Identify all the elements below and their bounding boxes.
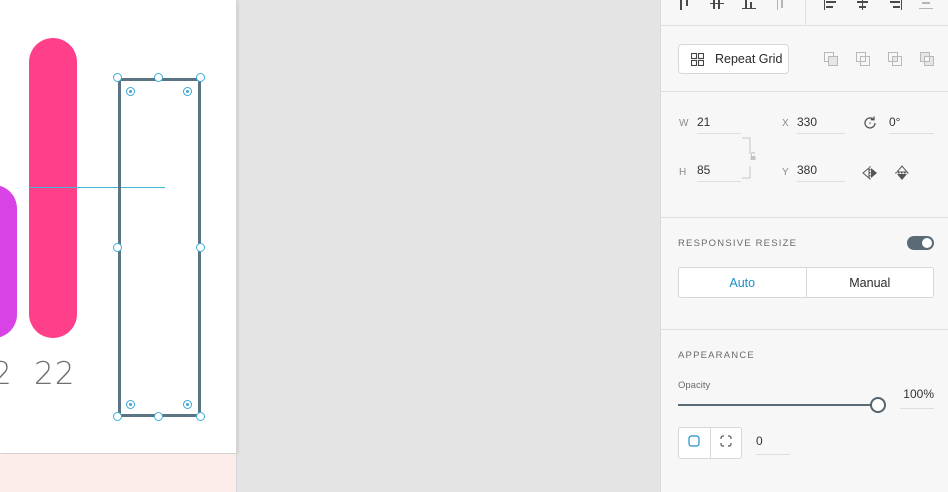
x-field[interactable]: 330 xyxy=(797,112,845,134)
responsive-resize-title: RESPONSIVE RESIZE xyxy=(678,238,798,249)
resize-handle-right[interactable] xyxy=(196,243,205,252)
fill-row-partial xyxy=(678,487,758,492)
align-top-icon[interactable] xyxy=(679,0,693,12)
chart-bar-pink[interactable] xyxy=(29,38,77,338)
repeat-grid-section: Repeat Grid xyxy=(661,26,948,92)
appearance-title: APPEARANCE xyxy=(678,350,755,361)
resize-manual-option[interactable]: Manual xyxy=(807,268,934,297)
boolean-intersect-icon[interactable] xyxy=(887,51,903,67)
resize-handle-bottom-right[interactable] xyxy=(196,412,205,421)
opacity-slider-thumb[interactable] xyxy=(870,397,886,413)
opacity-label: Opacity xyxy=(678,380,711,391)
lock-icon[interactable] xyxy=(740,134,756,182)
artboard-next[interactable] xyxy=(0,454,237,492)
responsive-resize-toggle[interactable] xyxy=(907,236,934,250)
resize-handle-bottom-left[interactable] xyxy=(113,412,122,421)
rounded-square-icon xyxy=(688,434,700,452)
dashed-corners-icon xyxy=(720,434,732,452)
resize-auto-option[interactable]: Auto xyxy=(679,268,807,297)
x-label: X xyxy=(782,118,789,129)
corner-radius-handle[interactable] xyxy=(183,87,192,96)
resize-handle-bottom[interactable] xyxy=(154,412,163,421)
chart-bar-purple[interactable] xyxy=(0,185,17,338)
opacity-field[interactable]: 100% xyxy=(900,387,934,409)
resize-handle-top-left[interactable] xyxy=(113,73,122,82)
boolean-add-icon[interactable] xyxy=(823,51,839,67)
align-middle-icon[interactable] xyxy=(710,0,724,12)
rotate-icon xyxy=(862,115,878,131)
resize-handle-left[interactable] xyxy=(113,243,122,252)
width-field[interactable]: 21 xyxy=(697,112,741,134)
responsive-resize-section: RESPONSIVE RESIZE Auto Manual xyxy=(661,218,948,330)
y-field[interactable]: 380 xyxy=(797,160,845,182)
boolean-exclude-icon[interactable] xyxy=(919,51,935,67)
repeat-grid-button[interactable]: Repeat Grid xyxy=(678,44,789,74)
corner-radius-handle[interactable] xyxy=(183,400,192,409)
flip-horizontal-icon[interactable] xyxy=(862,165,878,181)
align-toolbar xyxy=(661,0,948,26)
repeat-grid-label: Repeat Grid xyxy=(715,52,783,66)
property-inspector: Repeat Grid W 21 X 330 0° H 85 Y 380 RES… xyxy=(660,0,948,492)
flip-vertical-icon[interactable] xyxy=(894,165,910,181)
distribute-icon[interactable] xyxy=(775,0,789,12)
corner-radius-field[interactable]: 0 xyxy=(756,431,790,455)
transform-section: W 21 X 330 0° H 85 Y 380 xyxy=(661,92,948,218)
corner-uniform-button[interactable] xyxy=(679,428,711,458)
align-right-icon[interactable] xyxy=(888,0,902,12)
design-canvas[interactable]: 2 22 xyxy=(0,0,660,492)
align-center-icon[interactable] xyxy=(856,0,870,12)
selected-rectangle[interactable] xyxy=(118,78,201,417)
opacity-slider-track[interactable] xyxy=(678,404,876,406)
align-bottom-icon[interactable] xyxy=(742,0,756,12)
distribute-vertical-icon[interactable] xyxy=(919,0,933,12)
corner-radius-handle[interactable] xyxy=(126,87,135,96)
width-label: W xyxy=(679,118,689,129)
corner-mode-group xyxy=(678,427,742,459)
y-label: Y xyxy=(782,167,789,178)
corner-radius-handle[interactable] xyxy=(126,400,135,409)
resize-mode-control: Auto Manual xyxy=(678,267,934,298)
corner-individual-button[interactable] xyxy=(711,428,742,458)
axis-label[interactable]: 22 xyxy=(34,356,75,392)
grid-icon xyxy=(690,52,705,66)
artboard[interactable]: 2 22 xyxy=(0,0,237,453)
align-left-icon[interactable] xyxy=(824,0,838,12)
height-field[interactable]: 85 xyxy=(697,160,741,182)
height-label: H xyxy=(679,167,687,178)
appearance-section: APPEARANCE Opacity 100% 0 xyxy=(661,330,948,492)
axis-label[interactable]: 2 xyxy=(0,356,13,392)
boolean-subtract-icon[interactable] xyxy=(855,51,871,67)
rotation-field[interactable]: 0° xyxy=(889,112,934,134)
resize-handle-top[interactable] xyxy=(154,73,163,82)
divider xyxy=(805,0,806,26)
resize-handle-top-right[interactable] xyxy=(196,73,205,82)
